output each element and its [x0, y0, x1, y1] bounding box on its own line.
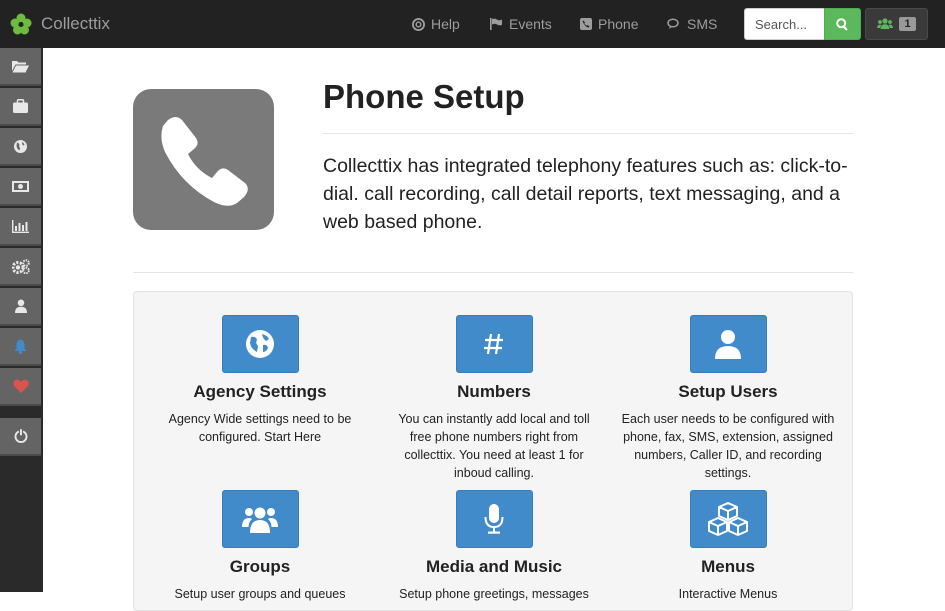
card-title: Menus: [701, 557, 755, 576]
sidebar: [0, 48, 43, 592]
folder-open-icon: [12, 60, 29, 72]
sidebar-item-folder[interactable]: [0, 48, 41, 86]
sidebar-item-briefcase[interactable]: [0, 88, 41, 126]
clover-logo-icon: [10, 13, 32, 35]
globe-icon: [14, 139, 27, 153]
user-icon: [715, 330, 741, 359]
brand[interactable]: Collecttix: [10, 0, 110, 48]
microphone-icon: [484, 504, 504, 534]
card-description: Agency Wide settings need to be configur…: [168, 412, 352, 444]
nav-events-label: Events: [509, 16, 552, 32]
sidebar-item-notifications[interactable]: [0, 328, 41, 366]
sidebar-item-settings[interactable]: [0, 248, 41, 286]
page-lead-text: Collecttix has integrated telephony feat…: [323, 155, 848, 233]
online-users-button[interactable]: 1: [865, 8, 928, 40]
card-title: Groups: [229, 557, 291, 576]
card-description: Interactive Menus: [678, 587, 778, 601]
money-icon: [12, 180, 29, 192]
card-media-music[interactable]: Media and Music Setup phone greetings, m…: [377, 490, 611, 603]
brand-name: Collecttix: [41, 14, 110, 33]
nav-help-label: Help: [431, 16, 460, 32]
card-description: You can instantly add local and toll fre…: [398, 412, 590, 480]
menus-button[interactable]: [689, 490, 767, 548]
setup-users-button[interactable]: [689, 315, 767, 373]
card-menus[interactable]: Menus Interactive Menus: [611, 490, 845, 603]
card-title: Numbers: [457, 382, 531, 401]
nav-events[interactable]: Events: [490, 0, 552, 48]
sidebar-item-logout[interactable]: [0, 418, 41, 456]
card-description: Setup phone greetings, messages: [399, 587, 589, 601]
phone-hero-image: [133, 89, 274, 230]
phone-icon: [160, 116, 248, 206]
power-icon: [14, 429, 27, 443]
media-music-button[interactable]: [455, 490, 533, 548]
bell-icon: [14, 339, 27, 354]
phone-square-icon: [580, 18, 592, 30]
setup-options-panel: Agency Settings Agency Wide settings nee…: [133, 291, 853, 611]
card-title: Media and Music: [425, 557, 563, 576]
card-agency-settings[interactable]: Agency Settings Agency Wide settings nee…: [143, 315, 377, 446]
hash-icon: [484, 333, 503, 355]
title-divider: [323, 133, 853, 134]
top-navbar: Collecttix Help Events Phone SMS Search.…: [0, 0, 945, 48]
user-icon: [14, 299, 27, 313]
cubes-icon: [708, 502, 748, 536]
page-title: Phone Setup: [323, 78, 525, 115]
search-icon: [836, 17, 848, 30]
heart-icon: [12, 379, 29, 393]
agency-settings-button[interactable]: [221, 315, 299, 373]
nav-sms-label: SMS: [687, 16, 718, 32]
group-icon: [242, 507, 278, 533]
card-title: Agency Settings: [193, 382, 327, 401]
numbers-button[interactable]: [455, 315, 533, 373]
card-setup-users[interactable]: Setup Users Each user needs to be config…: [611, 315, 845, 482]
nav-sms[interactable]: SMS: [667, 0, 717, 48]
card-description: Each user needs to be configured with ph…: [621, 412, 835, 480]
nav-help[interactable]: Help: [412, 0, 460, 48]
search-input[interactable]: [744, 8, 824, 40]
card-numbers[interactable]: Numbers You can instantly add local and …: [377, 315, 611, 482]
nav-phone[interactable]: Phone: [580, 0, 638, 48]
sidebar-item-reports[interactable]: [0, 208, 41, 246]
search-button[interactable]: [824, 8, 861, 40]
life-ring-icon: [412, 17, 425, 31]
bar-chart-icon: [12, 219, 29, 233]
gears-icon: [11, 258, 30, 274]
card-groups[interactable]: Groups Setup user groups and queues: [143, 490, 377, 603]
online-users-count: 1: [899, 17, 916, 31]
sidebar-item-billing[interactable]: [0, 168, 41, 206]
card-title: Setup Users: [678, 382, 778, 401]
users-icon: [877, 18, 894, 29]
main-content: Phone Setup Collecttix has integrated te…: [43, 48, 945, 611]
section-divider: [133, 272, 853, 273]
sidebar-item-favorites[interactable]: [0, 368, 41, 406]
comments-icon: [667, 18, 679, 29]
search-form: [744, 8, 861, 40]
sidebar-item-globe[interactable]: [0, 128, 41, 166]
groups-button[interactable]: [221, 490, 299, 548]
briefcase-icon: [13, 99, 28, 113]
flag-icon: [490, 18, 502, 30]
nav-phone-label: Phone: [598, 16, 639, 32]
sidebar-item-user[interactable]: [0, 288, 41, 326]
card-description: Setup user groups and queues: [174, 587, 346, 601]
globe-icon: [246, 330, 274, 358]
